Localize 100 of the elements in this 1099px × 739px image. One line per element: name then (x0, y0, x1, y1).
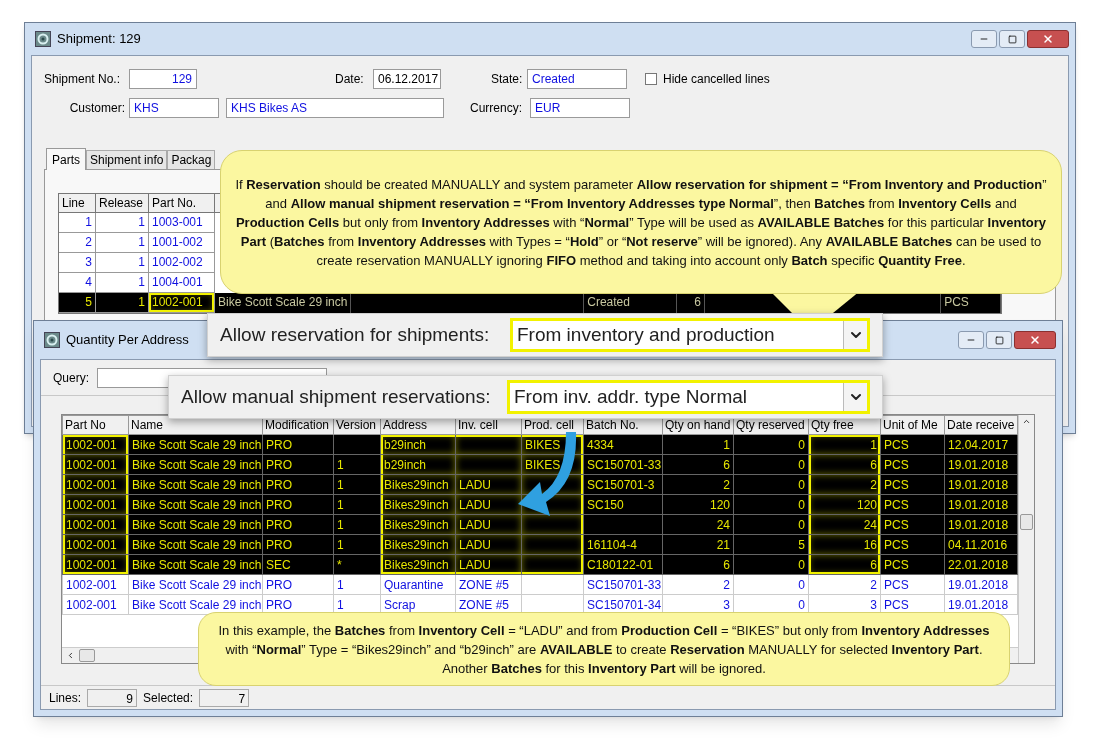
window-title: Shipment: 129 (57, 30, 141, 49)
table-cell: 2 (662, 474, 734, 495)
minimize-button[interactable] (971, 30, 997, 48)
table-cell: SC150701-33 (583, 454, 663, 475)
customer-name-field[interactable]: KHS Bikes AS (226, 98, 444, 118)
table-cell: 1004-001 (149, 273, 215, 293)
hide-cancelled-checkbox[interactable]: Hide cancelled lines (645, 70, 770, 88)
table-cell: SC150701-33 (583, 574, 663, 595)
table-cell: 6 (662, 554, 734, 575)
maximize-button[interactable] (986, 331, 1012, 349)
maximize-button[interactable] (999, 30, 1025, 48)
column-header[interactable]: Date receive (944, 415, 1018, 435)
table-cell: 0 (733, 454, 809, 475)
table-cell: 1002-001 (62, 514, 129, 535)
table-cell: 1002-001 (62, 494, 129, 515)
customer-code-field[interactable]: KHS (129, 98, 219, 118)
table-cell: Bike Scott Scale 29 inch (215, 293, 351, 313)
table-cell: 6 (808, 554, 881, 575)
table-row[interactable]: 1002-001 Bike Scott Scale 29 inch PRO 1 Quarantine ZONE #5 SC150701-33 2 0 2 PCS 19.01.2018 (62, 574, 1018, 595)
setting-dropdown[interactable]: From inv. addr. type Normal (507, 380, 870, 414)
table-cell: 16 (808, 534, 881, 555)
table-cell: 0 (733, 514, 809, 535)
table-cell: PRO (262, 434, 334, 455)
table-cell: 5 (733, 534, 809, 555)
table-cell: 1002-001 (62, 474, 129, 495)
setting-dropdown[interactable]: From inventory and production (510, 318, 870, 352)
column-header[interactable]: Unit of Me (880, 415, 945, 435)
table-cell: C180122-01 (583, 554, 663, 575)
table-cell: 4334 (583, 434, 663, 455)
table-cell: 120 (808, 494, 881, 515)
tab[interactable]: Parts (46, 148, 86, 170)
close-icon (1029, 334, 1041, 346)
table-row[interactable]: 1002-001 Bike Scott Scale 29 inch SEC * Bikes29inch LADU C180122-01 6 0 6 PCS 22.01.2018 (62, 554, 1018, 575)
table-cell: 1 (662, 434, 734, 455)
table-cell: 1002-001 (62, 434, 129, 455)
table-cell: PCS (880, 434, 945, 455)
table-cell: 12.04.2017 (944, 434, 1018, 455)
table-cell: 2 (808, 574, 881, 595)
scroll-thumb[interactable] (1020, 514, 1033, 530)
table-cell: Bike Scott Scale 29 inch (128, 574, 263, 595)
table-row[interactable]: 1002-001 Bike Scott Scale 29 inch PRO 1 Bikes29inch LADU 161104-4 21 5 16 PCS 04.11.2016 (62, 534, 1018, 555)
table-cell: 0 (733, 474, 809, 495)
field-label: Date: (335, 71, 365, 88)
table-cell: 1 (333, 514, 381, 535)
table-cell: 21 (662, 534, 734, 555)
table-cell: Bikes29inch (380, 494, 456, 515)
table-cell: PRO (262, 514, 334, 535)
shipment-number-field[interactable]: 129 (129, 69, 197, 89)
table-cell: 1002-001 (62, 574, 129, 595)
app-icon (44, 332, 60, 348)
field-label: State: (491, 71, 524, 88)
table-cell: Bike Scott Scale 29 inch (128, 554, 263, 575)
app-icon (35, 31, 51, 47)
maximize-icon (1007, 34, 1017, 44)
table-cell: PRO (262, 454, 334, 475)
table-row[interactable]: 4 1 1004-001 (59, 273, 215, 293)
selected-count-field: 7 (199, 688, 250, 707)
query-label: Query: (53, 369, 89, 387)
table-cell: 1002-001 (62, 454, 129, 475)
callout-tooltip: In this example, the Batches from Inventory Cell = “LADU” and from Production Cell = “BIKES” but only from Inventory Addresses with “Normal” Type = “Bikes29inch” and “b29inch” are AVAILABLE to create Reservation MANUALLY for selected Inventory Part. Another Batches for this Inventory Part will be ignored. (198, 612, 1010, 686)
tab[interactable]: Shipment info (86, 150, 168, 169)
table-cell: Bike Scott Scale 29 inch (128, 474, 263, 495)
maximize-icon (994, 335, 1004, 345)
table-cell: b29inch (380, 454, 456, 475)
table-cell: 2 (808, 474, 881, 495)
table-row[interactable]: 1002-001 Bike Scott Scale 29 inch PRO 1 Bikes29inch LADU 24 0 24 PCS 19.01.2018 (62, 514, 1018, 535)
state-field[interactable]: Created (527, 69, 627, 89)
close-button[interactable] (1027, 30, 1069, 48)
table-row[interactable]: 5 1 1002-001 (59, 293, 215, 313)
close-button[interactable] (1014, 331, 1056, 349)
table-cell: 1 (333, 454, 381, 475)
table-cell: LADU (455, 554, 522, 575)
minimize-button[interactable] (958, 331, 984, 349)
table-cell: 24 (662, 514, 734, 535)
table-row[interactable]: 1 1 1003-001 (59, 213, 215, 233)
table-row[interactable]: 3 1 1002-002 (59, 253, 215, 273)
table-cell: PRO (262, 494, 334, 515)
table-cell: PCS (880, 534, 945, 555)
table-cell: 6 (662, 454, 734, 475)
table-cell: 19.01.2018 (944, 514, 1018, 535)
table-cell: PCS (880, 514, 945, 535)
table-cell: 19.01.2018 (944, 474, 1018, 495)
tab[interactable]: Packag (167, 150, 216, 169)
scroll-left-icon (66, 651, 75, 660)
vertical-scrollbar[interactable] (1018, 415, 1034, 663)
table-cell: 1 (333, 494, 381, 515)
currency-field[interactable]: EUR (530, 98, 630, 118)
setting-label: Allow manual shipment reservations: (181, 384, 492, 409)
table-cell: 1002-001 (62, 554, 129, 575)
table-cell: 5 (59, 293, 96, 313)
table-cell: LADU (455, 474, 522, 495)
table-cell: 19.01.2018 (944, 574, 1018, 595)
table-cell: 24 (808, 514, 881, 535)
scroll-thumb[interactable] (79, 649, 95, 662)
column-header[interactable]: Part No (62, 415, 129, 435)
table-cell: Bike Scott Scale 29 inch (128, 534, 263, 555)
close-icon (1042, 33, 1054, 45)
table-row[interactable]: 2 1 1001-002 (59, 233, 215, 253)
date-field[interactable]: 06.12.2017 (373, 69, 441, 89)
table-cell: 1002-001 (62, 594, 129, 615)
